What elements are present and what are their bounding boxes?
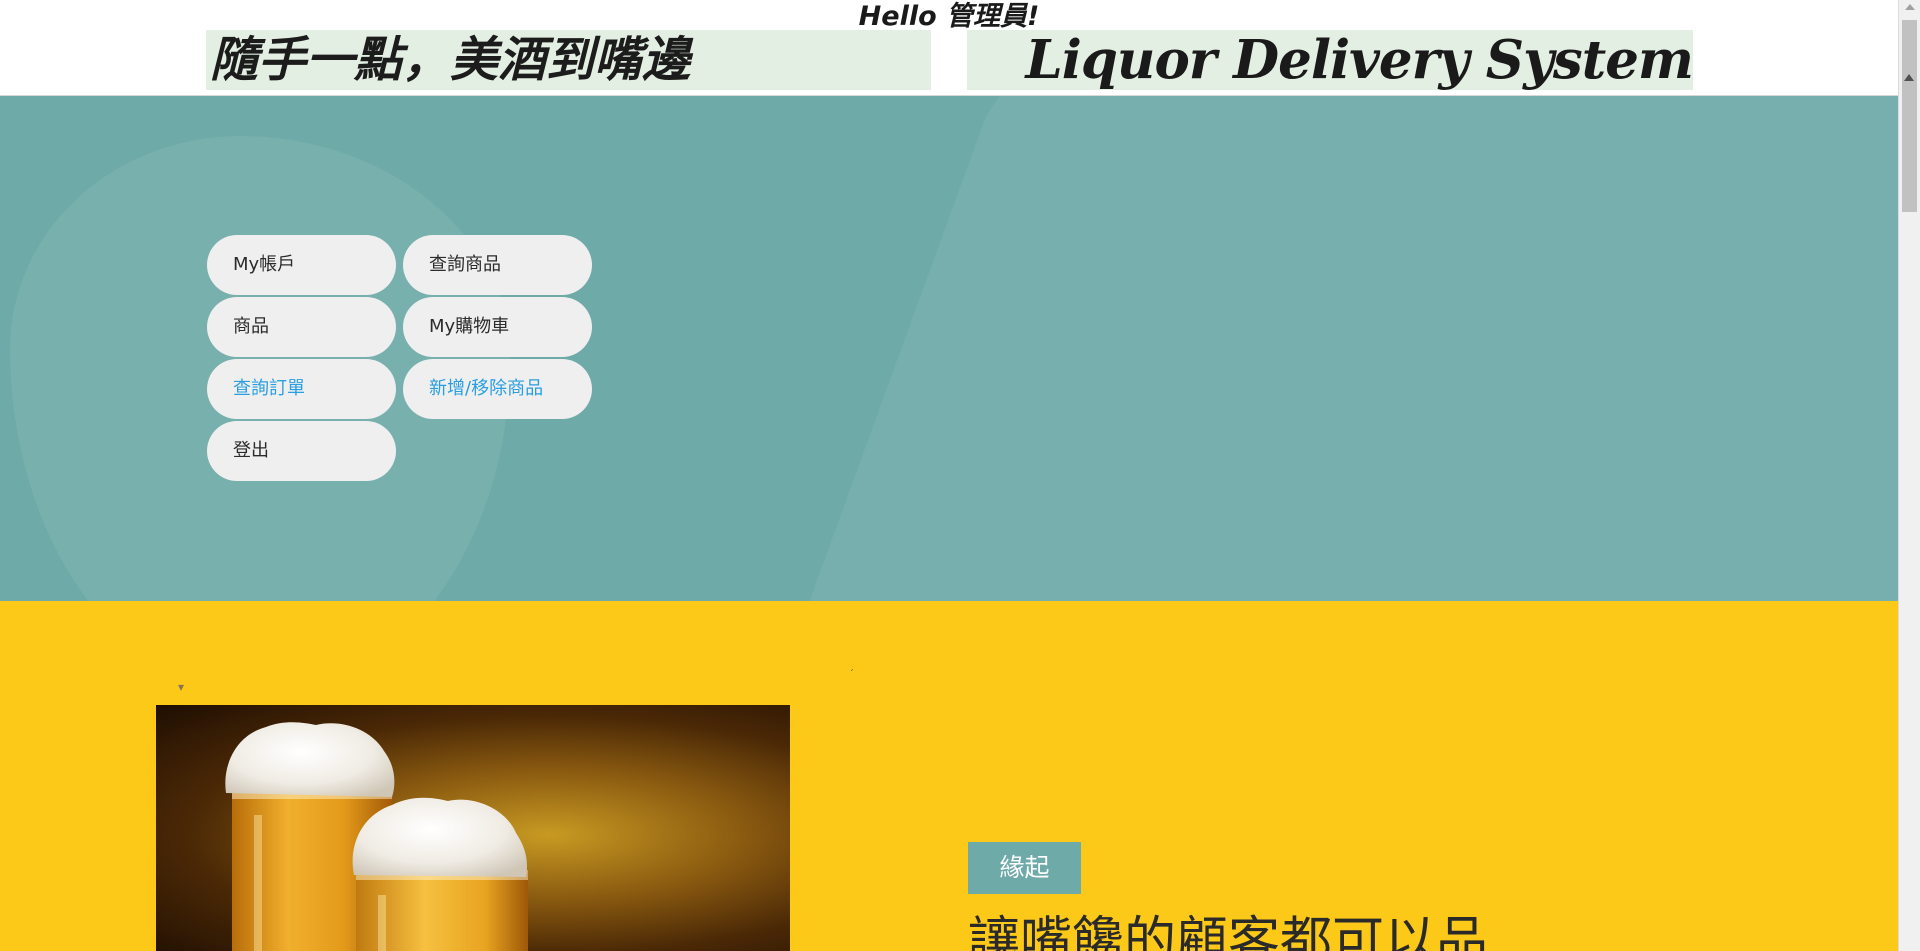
nav-search-orders-link[interactable]: 查詢訂單 [207,359,396,419]
beer-glasses-image [156,705,790,951]
greeting-text: Hello 管理員! [858,1,1040,32]
decorative-speck: ´ [849,669,854,680]
nav-manage-products-link[interactable]: 新增/移除商品 [403,359,592,419]
slogan-banner: 隨手一點，美酒到嘴邊 [206,30,931,90]
nav-my-cart-button[interactable]: My購物車 [403,297,592,357]
about-section: ▾ ´ 緣起 讓嘴饞的顧客都可以品 [0,601,1898,951]
page: Hello 管理員! 隨手一點，美酒到嘴邊 Liquor Delivery Sy… [0,0,1920,951]
decorative-diagonal [782,96,1898,601]
nav-logout-button[interactable]: 登出 [207,421,396,481]
about-heading: 讓嘴饞的顧客都可以品 [968,912,1489,951]
slogan-text: 隨手一點，美酒到嘴邊 [210,32,691,88]
hero-section: My帳戶 查詢商品 商品 My購物車 查詢訂單 新增/移除商品 登出 [0,96,1898,601]
nav-my-account-button[interactable]: My帳戶 [207,235,396,295]
scroll-position-icon [1904,74,1914,81]
nav-search-products-button[interactable]: 查詢商品 [403,235,592,295]
decorative-speck: ▾ [178,680,185,694]
brand-title: Liquor Delivery System [1025,30,1693,90]
scroll-up-arrow-icon[interactable] [1905,4,1915,10]
beer-glasses-illustration [225,722,528,951]
scrollbar-thumb[interactable] [1902,20,1917,212]
vertical-scrollbar[interactable] [1898,0,1920,951]
nav-products-button[interactable]: 商品 [207,297,396,357]
site-header: Hello 管理員! 隨手一點，美酒到嘴邊 Liquor Delivery Sy… [0,0,1898,96]
origin-tag: 緣起 [968,842,1081,894]
brand-banner: Liquor Delivery System [967,30,1693,90]
